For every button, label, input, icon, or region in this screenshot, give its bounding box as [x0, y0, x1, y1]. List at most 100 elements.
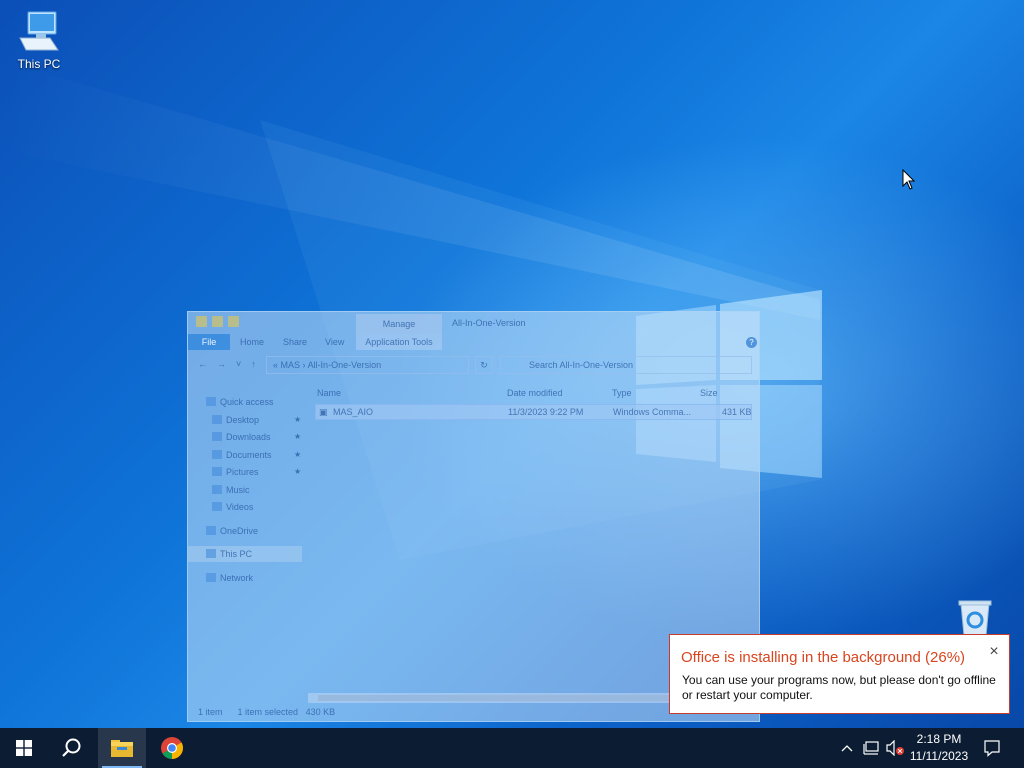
- tab-view[interactable]: View: [325, 337, 344, 347]
- nav-label: Documents: [226, 450, 272, 460]
- desktop-icon: [212, 415, 222, 424]
- nav-label: Downloads: [226, 432, 271, 442]
- clock-date: 11/11/2023: [909, 749, 969, 763]
- search-icon: [62, 738, 81, 757]
- breadcrumb-item[interactable]: MAS: [281, 360, 301, 370]
- nav-desktop[interactable]: Desktop ★: [212, 412, 301, 428]
- recycle-bin-icon: [958, 600, 992, 637]
- nav-label: Music: [226, 485, 250, 495]
- nav-label: Quick access: [220, 397, 274, 407]
- action-center-button[interactable]: [976, 728, 1008, 768]
- desktop-icon-label: This PC: [17, 57, 61, 71]
- pictures-icon: [212, 467, 222, 476]
- tab-file[interactable]: File: [188, 334, 230, 350]
- navigation-pane: Quick access Desktop ★ Downloads ★ Documen…: [188, 382, 306, 701]
- window-title: All-In-One-Version: [452, 318, 526, 328]
- taskbar-chrome[interactable]: [148, 728, 196, 768]
- folder-icon[interactable]: [196, 316, 207, 327]
- taskbar: 2:18 PM 11/11/2023: [0, 728, 1024, 768]
- video-icon: [212, 502, 222, 511]
- status-bar: 1 item 1 item selected 430 KB: [198, 705, 335, 719]
- column-header-name[interactable]: Name: [317, 386, 341, 400]
- pin-icon: ★: [294, 432, 302, 441]
- music-icon: [212, 485, 222, 494]
- document-icon: [212, 450, 222, 459]
- back-icon[interactable]: ←: [198, 359, 207, 369]
- breadcrumb-item[interactable]: All-In-One-Version: [308, 360, 382, 370]
- toast-title: Office is installing in the background (…: [681, 649, 966, 666]
- breadcrumb-overflow-icon: «: [273, 360, 281, 370]
- column-header-type[interactable]: Type: [612, 386, 632, 400]
- nav-label: Network: [220, 573, 254, 583]
- network-icon: [206, 573, 216, 582]
- column-header-date[interactable]: Date modified: [507, 386, 563, 400]
- status-size: 430 KB: [305, 707, 336, 717]
- taskbar-clock[interactable]: 2:18 PM 11/11/2023: [902, 731, 976, 765]
- new-folder-icon[interactable]: [228, 316, 239, 327]
- nav-label: Desktop: [226, 415, 260, 425]
- network-icon: [863, 741, 879, 755]
- nav-videos[interactable]: Videos: [212, 499, 253, 515]
- search-input[interactable]: Search All-In-One-Version: [500, 356, 752, 374]
- file-name: MAS_AIO: [333, 407, 374, 417]
- nav-documents[interactable]: Documents ★: [212, 447, 301, 463]
- nav-quick-access[interactable]: Quick access: [206, 394, 274, 410]
- download-icon: [212, 432, 222, 441]
- file-row[interactable]: ▣ MAS_AIO 11/3/2023 9:22 PM Windows Comm…: [315, 404, 752, 420]
- file-explorer-icon: [111, 740, 133, 757]
- status-selected: 1 item selected: [237, 707, 299, 717]
- mouse-cursor-icon: [902, 169, 916, 190]
- tab-application-tools[interactable]: Application Tools: [356, 334, 442, 350]
- notification-icon: [984, 740, 1000, 757]
- nav-onedrive[interactable]: OneDrive: [206, 523, 258, 539]
- desktop-icon-this-pc[interactable]: This PC: [2, 8, 76, 71]
- window-titlebar[interactable]: Manage All-In-One-Version: [188, 312, 759, 334]
- search-button[interactable]: [48, 728, 96, 768]
- tab-home[interactable]: Home: [240, 337, 264, 347]
- pin-icon: ★: [294, 467, 302, 476]
- address-bar[interactable]: « MAS › All-In-One-Version: [266, 356, 469, 374]
- chrome-icon: [161, 737, 183, 759]
- scrollbar-thumb[interactable]: [318, 695, 698, 701]
- nav-music[interactable]: Music: [212, 482, 250, 498]
- quick-access-toolbar[interactable]: [196, 316, 239, 327]
- start-icon: [16, 740, 32, 756]
- forward-icon[interactable]: →: [217, 359, 226, 369]
- network-tray-button[interactable]: [860, 728, 882, 768]
- start-button[interactable]: [0, 728, 48, 768]
- nav-label: This PC: [220, 549, 253, 559]
- nav-downloads[interactable]: Downloads ★: [212, 429, 301, 445]
- taskbar-file-explorer[interactable]: [98, 728, 146, 768]
- help-icon[interactable]: ?: [746, 337, 757, 348]
- clock-time: 2:18 PM: [916, 732, 962, 746]
- nav-this-pc[interactable]: This PC: [206, 546, 252, 562]
- file-size: 431 KB: [722, 407, 752, 417]
- cmd-file-icon: ▣: [319, 407, 328, 417]
- chevron-up-icon: [841, 745, 853, 752]
- recent-icon[interactable]: ˅: [236, 359, 241, 369]
- up-icon[interactable]: ↑: [251, 359, 256, 369]
- file-date: 11/3/2023 9:22 PM: [508, 407, 584, 417]
- file-type: Windows Comma...: [613, 407, 692, 417]
- nav-arrows: ← → ˅ ↑: [198, 359, 256, 369]
- status-item-count: 1 item: [198, 707, 223, 717]
- close-icon[interactable]: ×: [985, 643, 1003, 661]
- properties-icon[interactable]: [212, 316, 223, 327]
- show-hidden-icons-button[interactable]: [838, 728, 856, 768]
- toast-body: You can use your programs now, but pleas…: [682, 673, 996, 702]
- nav-network[interactable]: Network: [206, 570, 253, 586]
- office-install-toast[interactable]: Office is installing in the background (…: [669, 634, 1010, 714]
- star-icon: [206, 397, 216, 406]
- nav-label: Pictures: [226, 467, 259, 477]
- this-pc-icon: [19, 11, 59, 51]
- pin-icon: ★: [294, 450, 302, 459]
- nav-label: Videos: [226, 502, 254, 512]
- column-header-size[interactable]: Size: [700, 386, 718, 400]
- nav-pictures[interactable]: Pictures ★: [212, 464, 301, 480]
- nav-label: OneDrive: [220, 526, 259, 536]
- tab-share[interactable]: Share: [283, 337, 307, 347]
- address-bar-row: ← → ˅ ↑ « MAS › All-In-One-Version ↻ Sea…: [188, 354, 759, 376]
- tab-manage[interactable]: Manage: [356, 314, 442, 334]
- refresh-icon[interactable]: ↻: [475, 356, 493, 374]
- cloud-icon: [206, 526, 216, 535]
